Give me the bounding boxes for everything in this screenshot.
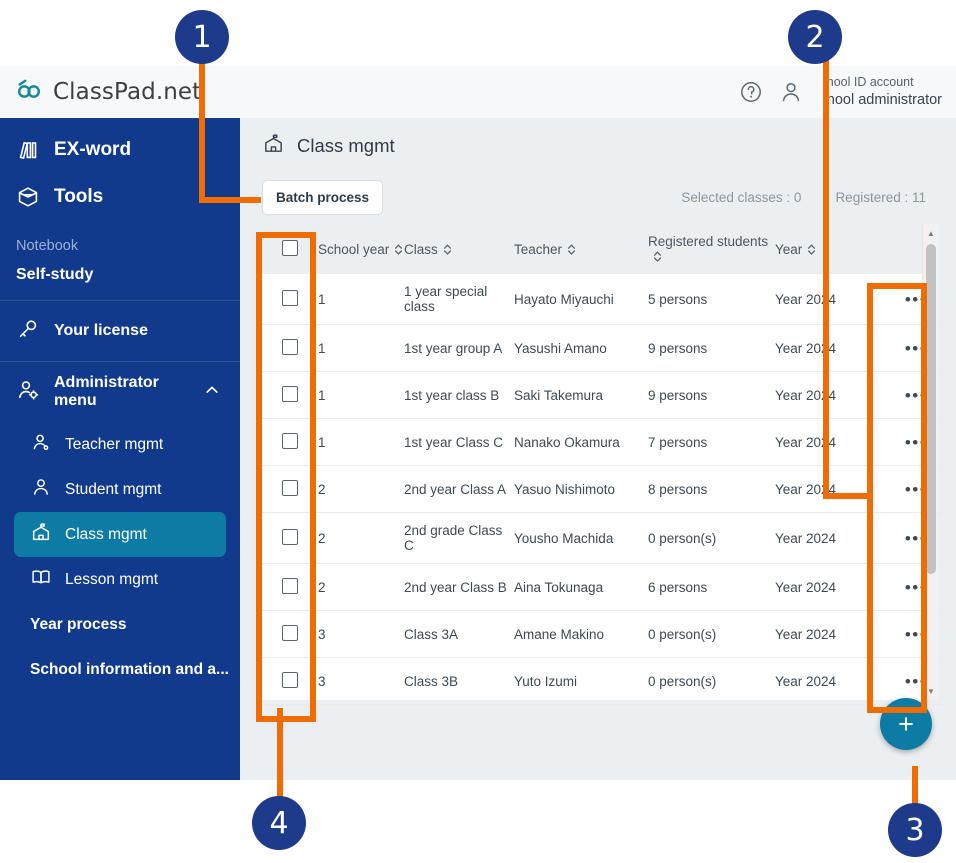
annotation-number: 1: [192, 19, 212, 55]
annotation-1-line-vertical: [199, 55, 205, 200]
annotation-badge-3: 3: [888, 803, 942, 857]
annotation-number: 3: [905, 812, 925, 848]
annotation-4-box: [256, 232, 316, 722]
annotation-badge-2: 2: [788, 10, 842, 64]
annotation-2-box: [867, 283, 927, 713]
annotation-2-line-vertical: [823, 55, 829, 496]
annotation-3-line: [912, 766, 918, 808]
annotation-2-line-horizontal: [823, 493, 873, 499]
annotation-number: 4: [269, 805, 289, 841]
annotation-badge-1: 1: [175, 10, 229, 64]
annotation-1-line-horizontal: [199, 197, 261, 203]
annotation-badge-4: 4: [252, 796, 306, 850]
annotation-overlay: 1 2 3 4: [0, 0, 956, 863]
annotation-4-line: [277, 708, 283, 800]
annotation-number: 2: [805, 19, 825, 55]
